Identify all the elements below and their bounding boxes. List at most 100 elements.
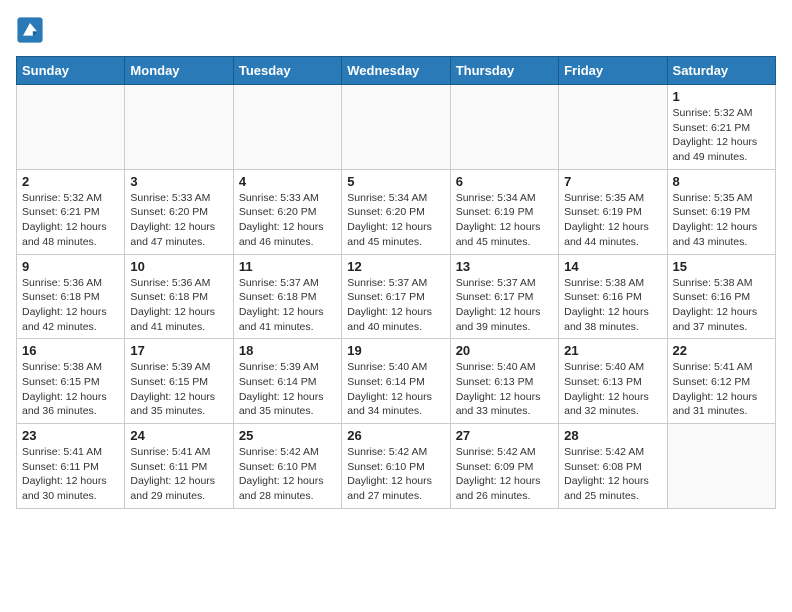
day-cell: 13 Sunrise: 5:37 AM Sunset: 6:17 PM Dayli…	[450, 254, 558, 339]
day-number: 4	[239, 174, 336, 189]
day-number: 9	[22, 259, 119, 274]
week-row-4: 23 Sunrise: 5:41 AM Sunset: 6:11 PM Dayli…	[17, 424, 776, 509]
day-cell: 28Sunrise: 5:42 AM Sunset: 6:08 PM Dayli…	[559, 424, 667, 509]
header	[16, 16, 776, 44]
day-cell: 9 Sunrise: 5:36 AM Sunset: 6:18 PM Daylig…	[17, 254, 125, 339]
day-cell: 20 Sunrise: 5:40 AM Sunset: 6:13 PM Dayli…	[450, 339, 558, 424]
day-number: 15	[673, 259, 770, 274]
calendar-table: SundayMondayTuesdayWednesdayThursdayFrid…	[16, 56, 776, 509]
day-info: Sunrise: 5:41 AM Sunset: 6:12 PM Dayligh…	[673, 360, 770, 419]
day-number: 24	[130, 428, 227, 443]
day-cell	[342, 85, 450, 170]
day-number: 26	[347, 428, 444, 443]
day-number: 14	[564, 259, 661, 274]
day-number: 7	[564, 174, 661, 189]
week-row-1: 2 Sunrise: 5:32 AM Sunset: 6:21 PM Daylig…	[17, 169, 776, 254]
day-number: 5	[347, 174, 444, 189]
day-cell: 22Sunrise: 5:41 AM Sunset: 6:12 PM Dayli…	[667, 339, 775, 424]
calendar-header-row: SundayMondayTuesdayWednesdayThursdayFrid…	[17, 57, 776, 85]
day-info: Sunrise: 5:32 AM Sunset: 6:21 PM Dayligh…	[673, 106, 770, 165]
day-info: Sunrise: 5:39 AM Sunset: 6:14 PM Dayligh…	[239, 360, 336, 419]
day-header-saturday: Saturday	[667, 57, 775, 85]
day-info: Sunrise: 5:40 AM Sunset: 6:13 PM Dayligh…	[564, 360, 661, 419]
day-cell: 15 Sunrise: 5:38 AM Sunset: 6:16 PM Dayli…	[667, 254, 775, 339]
day-number: 16	[22, 343, 119, 358]
day-header-thursday: Thursday	[450, 57, 558, 85]
day-number: 6	[456, 174, 553, 189]
day-info: Sunrise: 5:42 AM Sunset: 6:10 PM Dayligh…	[239, 445, 336, 504]
day-cell: 24 Sunrise: 5:41 AM Sunset: 6:11 PM Dayli…	[125, 424, 233, 509]
day-number: 3	[130, 174, 227, 189]
day-header-friday: Friday	[559, 57, 667, 85]
day-info: Sunrise: 5:42 AM Sunset: 6:09 PM Dayligh…	[456, 445, 553, 504]
day-info: Sunrise: 5:37 AM Sunset: 6:17 PM Dayligh…	[456, 276, 553, 335]
day-number: 21	[564, 343, 661, 358]
day-info: Sunrise: 5:35 AM Sunset: 6:19 PM Dayligh…	[564, 191, 661, 250]
day-cell	[450, 85, 558, 170]
day-info: Sunrise: 5:36 AM Sunset: 6:18 PM Dayligh…	[22, 276, 119, 335]
day-cell: 4 Sunrise: 5:33 AM Sunset: 6:20 PM Daylig…	[233, 169, 341, 254]
day-info: Sunrise: 5:41 AM Sunset: 6:11 PM Dayligh…	[22, 445, 119, 504]
day-number: 17	[130, 343, 227, 358]
day-info: Sunrise: 5:39 AM Sunset: 6:15 PM Dayligh…	[130, 360, 227, 419]
day-number: 20	[456, 343, 553, 358]
week-row-2: 9 Sunrise: 5:36 AM Sunset: 6:18 PM Daylig…	[17, 254, 776, 339]
day-header-monday: Monday	[125, 57, 233, 85]
day-info: Sunrise: 5:37 AM Sunset: 6:17 PM Dayligh…	[347, 276, 444, 335]
day-number: 19	[347, 343, 444, 358]
day-cell: 10Sunrise: 5:36 AM Sunset: 6:18 PM Dayli…	[125, 254, 233, 339]
day-cell: 14 Sunrise: 5:38 AM Sunset: 6:16 PM Dayli…	[559, 254, 667, 339]
day-info: Sunrise: 5:42 AM Sunset: 6:08 PM Dayligh…	[564, 445, 661, 504]
day-number: 23	[22, 428, 119, 443]
day-cell: 25Sunrise: 5:42 AM Sunset: 6:10 PM Dayli…	[233, 424, 341, 509]
day-info: Sunrise: 5:37 AM Sunset: 6:18 PM Dayligh…	[239, 276, 336, 335]
day-info: Sunrise: 5:33 AM Sunset: 6:20 PM Dayligh…	[130, 191, 227, 250]
day-number: 13	[456, 259, 553, 274]
day-header-tuesday: Tuesday	[233, 57, 341, 85]
day-number: 27	[456, 428, 553, 443]
day-cell: 21 Sunrise: 5:40 AM Sunset: 6:13 PM Dayli…	[559, 339, 667, 424]
day-info: Sunrise: 5:40 AM Sunset: 6:14 PM Dayligh…	[347, 360, 444, 419]
day-cell: 18 Sunrise: 5:39 AM Sunset: 6:14 PM Dayli…	[233, 339, 341, 424]
day-cell: 26 Sunrise: 5:42 AM Sunset: 6:10 PM Dayli…	[342, 424, 450, 509]
day-info: Sunrise: 5:32 AM Sunset: 6:21 PM Dayligh…	[22, 191, 119, 250]
day-cell: 12Sunrise: 5:37 AM Sunset: 6:17 PM Dayli…	[342, 254, 450, 339]
day-cell: 19 Sunrise: 5:40 AM Sunset: 6:14 PM Dayli…	[342, 339, 450, 424]
day-number: 8	[673, 174, 770, 189]
day-cell	[17, 85, 125, 170]
day-cell: 5Sunrise: 5:34 AM Sunset: 6:20 PM Daylig…	[342, 169, 450, 254]
logo	[16, 16, 48, 44]
day-cell: 6Sunrise: 5:34 AM Sunset: 6:19 PM Daylig…	[450, 169, 558, 254]
day-header-wednesday: Wednesday	[342, 57, 450, 85]
day-cell: 7 Sunrise: 5:35 AM Sunset: 6:19 PM Daylig…	[559, 169, 667, 254]
day-cell: 3 Sunrise: 5:33 AM Sunset: 6:20 PM Daylig…	[125, 169, 233, 254]
day-info: Sunrise: 5:41 AM Sunset: 6:11 PM Dayligh…	[130, 445, 227, 504]
day-cell: 27 Sunrise: 5:42 AM Sunset: 6:09 PM Dayli…	[450, 424, 558, 509]
day-cell	[559, 85, 667, 170]
day-cell	[125, 85, 233, 170]
day-cell: 8 Sunrise: 5:35 AM Sunset: 6:19 PM Daylig…	[667, 169, 775, 254]
day-cell	[667, 424, 775, 509]
day-info: Sunrise: 5:40 AM Sunset: 6:13 PM Dayligh…	[456, 360, 553, 419]
week-row-3: 16 Sunrise: 5:38 AM Sunset: 6:15 PM Dayli…	[17, 339, 776, 424]
logo-icon	[16, 16, 44, 44]
day-number: 10	[130, 259, 227, 274]
day-header-sunday: Sunday	[17, 57, 125, 85]
day-info: Sunrise: 5:42 AM Sunset: 6:10 PM Dayligh…	[347, 445, 444, 504]
day-info: Sunrise: 5:38 AM Sunset: 6:16 PM Dayligh…	[673, 276, 770, 335]
day-cell: 1 Sunrise: 5:32 AM Sunset: 6:21 PM Daylig…	[667, 85, 775, 170]
day-number: 18	[239, 343, 336, 358]
day-number: 2	[22, 174, 119, 189]
day-info: Sunrise: 5:38 AM Sunset: 6:16 PM Dayligh…	[564, 276, 661, 335]
day-info: Sunrise: 5:33 AM Sunset: 6:20 PM Dayligh…	[239, 191, 336, 250]
day-info: Sunrise: 5:38 AM Sunset: 6:15 PM Dayligh…	[22, 360, 119, 419]
day-info: Sunrise: 5:35 AM Sunset: 6:19 PM Dayligh…	[673, 191, 770, 250]
week-row-0: 1 Sunrise: 5:32 AM Sunset: 6:21 PM Daylig…	[17, 85, 776, 170]
day-cell: 2 Sunrise: 5:32 AM Sunset: 6:21 PM Daylig…	[17, 169, 125, 254]
day-cell: 16 Sunrise: 5:38 AM Sunset: 6:15 PM Dayli…	[17, 339, 125, 424]
day-cell: 11 Sunrise: 5:37 AM Sunset: 6:18 PM Dayli…	[233, 254, 341, 339]
day-number: 1	[673, 89, 770, 104]
day-number: 11	[239, 259, 336, 274]
day-cell: 23 Sunrise: 5:41 AM Sunset: 6:11 PM Dayli…	[17, 424, 125, 509]
day-cell	[233, 85, 341, 170]
